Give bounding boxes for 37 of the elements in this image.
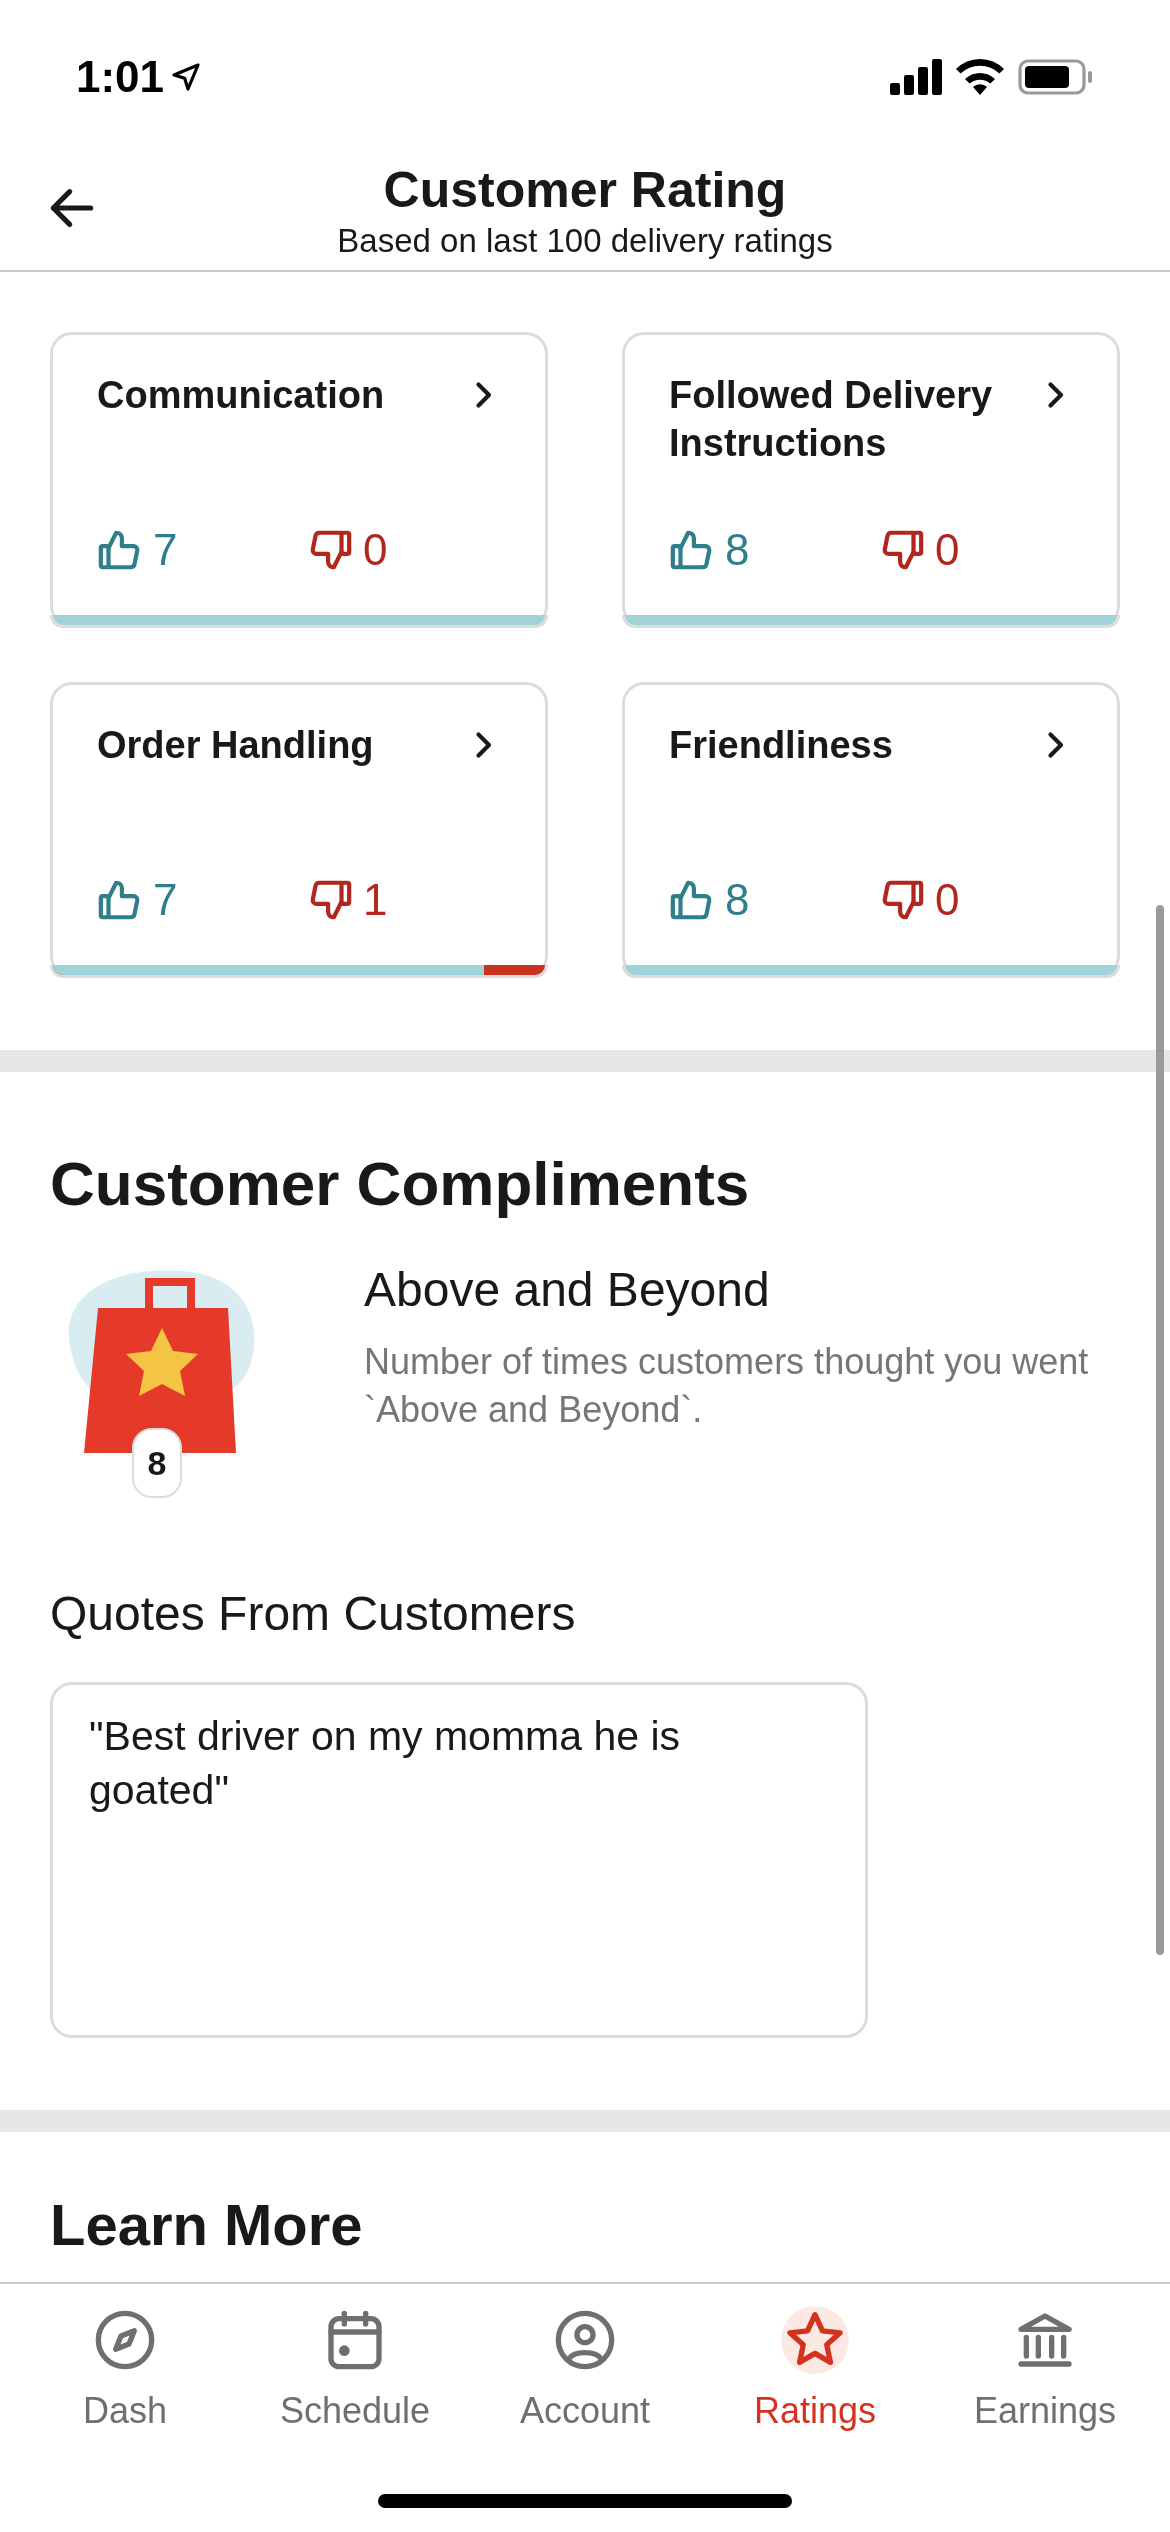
tab-bar-item[interactable]: Dash [30,2306,220,2438]
page-title: Customer Rating [383,161,787,220]
card-title: Communication [97,373,385,418]
tab-bar-item[interactable]: Schedule [260,2306,450,2438]
card-title: Followed Delivery Instructions [669,373,994,466]
card-title: Order Handling [97,723,374,768]
rating-card[interactable]: Order Handling 7 1 [50,682,548,978]
section-heading: Customer Compliments [50,1148,751,1220]
badge-count: 8 [132,1428,182,1498]
wifi-icon [956,59,1004,95]
badge-title: Above and Beyond [364,1262,771,1318]
thumbs-down-count: 0 [363,524,388,576]
quote-text: "Best driver on my momma he is goated" [89,1712,681,1815]
tab-bar-item[interactable]: Account [490,2306,680,2438]
card-title: Friendliness [669,723,893,768]
thumbs-up-count: 8 [725,874,750,926]
rating-card[interactable]: Communication 7 0 [50,332,548,628]
rating-card[interactable]: Friendliness 8 0 [622,682,1120,978]
thumbs-up-count: 7 [153,874,178,926]
status-time: 1:01 [76,51,165,103]
tab-bar-item[interactable]: Ratings [720,2306,910,2438]
thumbs-down-count: 1 [363,874,388,926]
signal-icon [890,59,942,95]
tab-bar-item[interactable]: Earnings [950,2306,1140,2438]
quotes-heading: Quotes From Customers [50,1586,577,1642]
thumbs-down-count: 0 [935,874,960,926]
thumbs-up-count: 7 [153,524,178,576]
location-arrow-icon [170,61,203,93]
battery-icon [1018,59,1094,95]
badge-description: Number of times customers thought you went `Above and Beyond`. [364,1340,1090,1432]
section-heading: Learn More [50,2192,364,2258]
page-subtitle: Based on last 100 delivery ratings [337,221,833,261]
thumbs-down-count: 0 [935,524,960,576]
rating-card[interactable]: Followed Delivery Instructions 8 0 [622,332,1120,628]
thumbs-up-count: 8 [725,524,750,576]
account-icon [553,2308,617,2372]
compass-icon [93,2308,157,2372]
